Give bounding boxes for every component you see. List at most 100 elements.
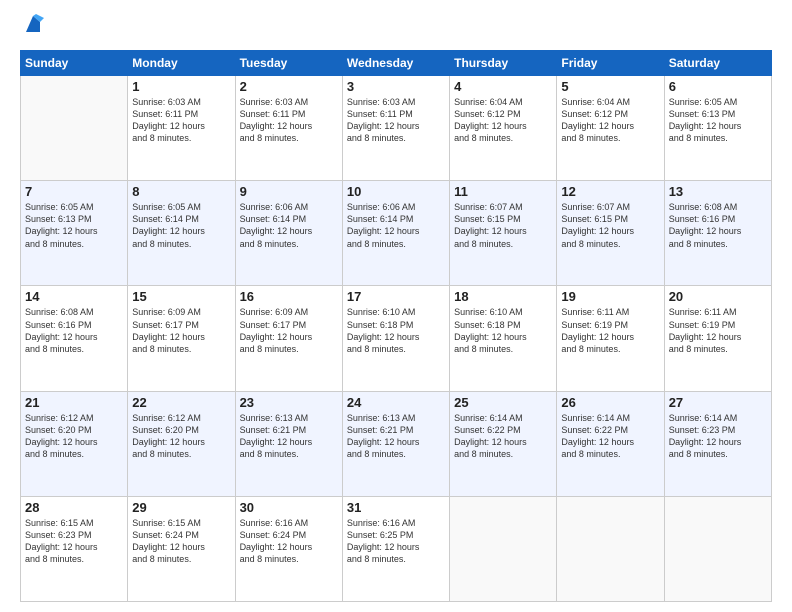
day-info: Sunrise: 6:12 AM Sunset: 6:20 PM Dayligh… xyxy=(132,412,230,461)
col-header-saturday: Saturday xyxy=(664,51,771,76)
col-header-friday: Friday xyxy=(557,51,664,76)
day-info: Sunrise: 6:05 AM Sunset: 6:14 PM Dayligh… xyxy=(132,201,230,250)
day-info: Sunrise: 6:10 AM Sunset: 6:18 PM Dayligh… xyxy=(347,306,445,355)
calendar-cell: 9 Sunrise: 6:06 AM Sunset: 6:14 PM Daylig… xyxy=(235,181,342,286)
col-header-tuesday: Tuesday xyxy=(235,51,342,76)
calendar-cell: 16 Sunrise: 6:09 AM Sunset: 6:17 PM Dayli… xyxy=(235,286,342,391)
calendar-cell: 3 Sunrise: 6:03 AM Sunset: 6:11 PM Daylig… xyxy=(342,76,449,181)
calendar-cell: 28 Sunrise: 6:15 AM Sunset: 6:23 PM Dayli… xyxy=(21,496,128,601)
day-info: Sunrise: 6:16 AM Sunset: 6:24 PM Dayligh… xyxy=(240,517,338,566)
day-number: 15 xyxy=(132,289,230,304)
calendar-cell: 12 Sunrise: 6:07 AM Sunset: 6:15 PM Dayli… xyxy=(557,181,664,286)
calendar-cell: 20 Sunrise: 6:11 AM Sunset: 6:19 PM Dayli… xyxy=(664,286,771,391)
calendar-cell: 7 Sunrise: 6:05 AM Sunset: 6:13 PM Daylig… xyxy=(21,181,128,286)
calendar-cell: 10 Sunrise: 6:06 AM Sunset: 6:14 PM Dayli… xyxy=(342,181,449,286)
calendar-cell: 31 Sunrise: 6:16 AM Sunset: 6:25 PM Dayli… xyxy=(342,496,449,601)
day-number: 27 xyxy=(669,395,767,410)
calendar-cell: 22 Sunrise: 6:12 AM Sunset: 6:20 PM Dayli… xyxy=(128,391,235,496)
calendar-cell: 21 Sunrise: 6:12 AM Sunset: 6:20 PM Dayli… xyxy=(21,391,128,496)
col-header-thursday: Thursday xyxy=(450,51,557,76)
day-number: 28 xyxy=(25,500,123,515)
calendar-cell: 13 Sunrise: 6:08 AM Sunset: 6:16 PM Dayli… xyxy=(664,181,771,286)
day-number: 30 xyxy=(240,500,338,515)
calendar-cell: 30 Sunrise: 6:16 AM Sunset: 6:24 PM Dayli… xyxy=(235,496,342,601)
day-info: Sunrise: 6:15 AM Sunset: 6:23 PM Dayligh… xyxy=(25,517,123,566)
day-number: 22 xyxy=(132,395,230,410)
day-info: Sunrise: 6:15 AM Sunset: 6:24 PM Dayligh… xyxy=(132,517,230,566)
day-number: 9 xyxy=(240,184,338,199)
day-info: Sunrise: 6:13 AM Sunset: 6:21 PM Dayligh… xyxy=(347,412,445,461)
day-info: Sunrise: 6:06 AM Sunset: 6:14 PM Dayligh… xyxy=(240,201,338,250)
day-info: Sunrise: 6:08 AM Sunset: 6:16 PM Dayligh… xyxy=(669,201,767,250)
day-number: 4 xyxy=(454,79,552,94)
day-number: 14 xyxy=(25,289,123,304)
calendar-cell: 14 Sunrise: 6:08 AM Sunset: 6:16 PM Dayli… xyxy=(21,286,128,391)
calendar-cell: 17 Sunrise: 6:10 AM Sunset: 6:18 PM Dayli… xyxy=(342,286,449,391)
day-number: 6 xyxy=(669,79,767,94)
calendar-cell: 26Sunrise: 6:14 AM Sunset: 6:22 PM Dayli… xyxy=(557,391,664,496)
day-number: 19 xyxy=(561,289,659,304)
logo xyxy=(20,18,44,40)
day-number: 16 xyxy=(240,289,338,304)
day-info: Sunrise: 6:04 AM Sunset: 6:12 PM Dayligh… xyxy=(454,96,552,145)
calendar-cell xyxy=(557,496,664,601)
calendar-table: SundayMondayTuesdayWednesdayThursdayFrid… xyxy=(20,50,772,602)
calendar-cell: 11Sunrise: 6:07 AM Sunset: 6:15 PM Dayli… xyxy=(450,181,557,286)
day-number: 17 xyxy=(347,289,445,304)
day-info: Sunrise: 6:03 AM Sunset: 6:11 PM Dayligh… xyxy=(347,96,445,145)
logo-icon xyxy=(22,14,44,36)
day-number: 21 xyxy=(25,395,123,410)
col-header-wednesday: Wednesday xyxy=(342,51,449,76)
calendar-cell: 24 Sunrise: 6:13 AM Sunset: 6:21 PM Dayli… xyxy=(342,391,449,496)
day-info: Sunrise: 6:11 AM Sunset: 6:19 PM Dayligh… xyxy=(669,306,767,355)
day-info: Sunrise: 6:11 AM Sunset: 6:19 PM Dayligh… xyxy=(561,306,659,355)
calendar-cell xyxy=(664,496,771,601)
day-number: 1 xyxy=(132,79,230,94)
calendar-cell: 19 Sunrise: 6:11 AM Sunset: 6:19 PM Dayli… xyxy=(557,286,664,391)
day-number: 29 xyxy=(132,500,230,515)
day-number: 10 xyxy=(347,184,445,199)
day-number: 13 xyxy=(669,184,767,199)
day-info: Sunrise: 6:10 AM Sunset: 6:18 PM Dayligh… xyxy=(454,306,552,355)
calendar-cell: 27 Sunrise: 6:14 AM Sunset: 6:23 PM Dayli… xyxy=(664,391,771,496)
day-info: Sunrise: 6:12 AM Sunset: 6:20 PM Dayligh… xyxy=(25,412,123,461)
day-info: Sunrise: 6:14 AM Sunset: 6:23 PM Dayligh… xyxy=(669,412,767,461)
day-info: Sunrise: 6:08 AM Sunset: 6:16 PM Dayligh… xyxy=(25,306,123,355)
calendar-cell: 1 Sunrise: 6:03 AM Sunset: 6:11 PM Daylig… xyxy=(128,76,235,181)
day-info: Sunrise: 6:05 AM Sunset: 6:13 PM Dayligh… xyxy=(669,96,767,145)
page: SundayMondayTuesdayWednesdayThursdayFrid… xyxy=(0,0,792,612)
calendar-cell: 4 Sunrise: 6:04 AM Sunset: 6:12 PM Daylig… xyxy=(450,76,557,181)
day-info: Sunrise: 6:09 AM Sunset: 6:17 PM Dayligh… xyxy=(132,306,230,355)
calendar-cell: 15 Sunrise: 6:09 AM Sunset: 6:17 PM Dayli… xyxy=(128,286,235,391)
day-number: 3 xyxy=(347,79,445,94)
day-info: Sunrise: 6:07 AM Sunset: 6:15 PM Dayligh… xyxy=(561,201,659,250)
calendar-cell: 8 Sunrise: 6:05 AM Sunset: 6:14 PM Daylig… xyxy=(128,181,235,286)
day-number: 12 xyxy=(561,184,659,199)
day-info: Sunrise: 6:07 AM Sunset: 6:15 PM Dayligh… xyxy=(454,201,552,250)
day-info: Sunrise: 6:09 AM Sunset: 6:17 PM Dayligh… xyxy=(240,306,338,355)
day-info: Sunrise: 6:14 AM Sunset: 6:22 PM Dayligh… xyxy=(454,412,552,461)
day-info: Sunrise: 6:13 AM Sunset: 6:21 PM Dayligh… xyxy=(240,412,338,461)
day-info: Sunrise: 6:03 AM Sunset: 6:11 PM Dayligh… xyxy=(132,96,230,145)
day-number: 20 xyxy=(669,289,767,304)
calendar-cell: 25 Sunrise: 6:14 AM Sunset: 6:22 PM Dayli… xyxy=(450,391,557,496)
day-number: 7 xyxy=(25,184,123,199)
day-number: 31 xyxy=(347,500,445,515)
calendar-cell xyxy=(21,76,128,181)
col-header-monday: Monday xyxy=(128,51,235,76)
day-number: 2 xyxy=(240,79,338,94)
calendar-cell: 23Sunrise: 6:13 AM Sunset: 6:21 PM Dayli… xyxy=(235,391,342,496)
day-number: 25 xyxy=(454,395,552,410)
calendar-cell xyxy=(450,496,557,601)
day-info: Sunrise: 6:14 AM Sunset: 6:22 PM Dayligh… xyxy=(561,412,659,461)
calendar-cell: 2Sunrise: 6:03 AM Sunset: 6:11 PM Daylig… xyxy=(235,76,342,181)
day-number: 24 xyxy=(347,395,445,410)
day-number: 18 xyxy=(454,289,552,304)
calendar-cell: 5Sunrise: 6:04 AM Sunset: 6:12 PM Daylig… xyxy=(557,76,664,181)
day-info: Sunrise: 6:16 AM Sunset: 6:25 PM Dayligh… xyxy=(347,517,445,566)
col-header-sunday: Sunday xyxy=(21,51,128,76)
day-info: Sunrise: 6:06 AM Sunset: 6:14 PM Dayligh… xyxy=(347,201,445,250)
day-number: 8 xyxy=(132,184,230,199)
day-info: Sunrise: 6:05 AM Sunset: 6:13 PM Dayligh… xyxy=(25,201,123,250)
calendar-cell: 6 Sunrise: 6:05 AM Sunset: 6:13 PM Daylig… xyxy=(664,76,771,181)
